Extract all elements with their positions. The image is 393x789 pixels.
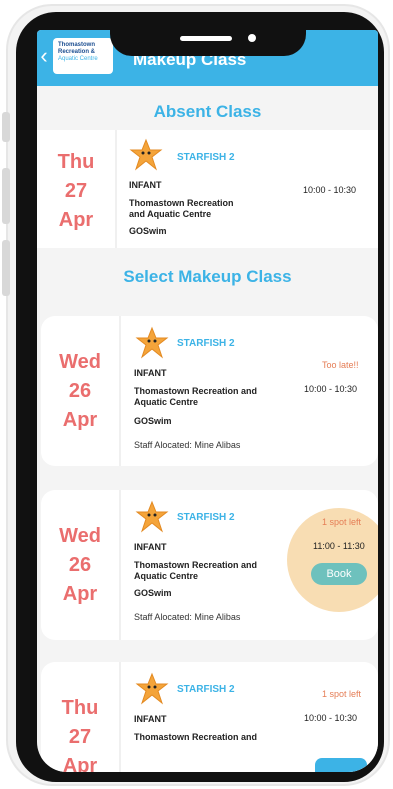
volume-up-button bbox=[2, 168, 10, 224]
class-level: STARFISH 2 bbox=[177, 152, 235, 163]
provider-name: GOSwim bbox=[129, 226, 167, 236]
phone-notch bbox=[110, 12, 306, 56]
provider-name: GOSwim bbox=[134, 588, 172, 598]
select-makeup-heading: Select Makeup Class bbox=[123, 267, 292, 286]
spots-left: 1 spot left bbox=[322, 689, 362, 699]
front-camera bbox=[248, 34, 256, 42]
starfish-level-icon bbox=[135, 326, 169, 359]
class-date: Thu 27 Apr bbox=[37, 130, 117, 248]
volume-down-button bbox=[2, 240, 10, 296]
class-level: STARFISH 2 bbox=[177, 338, 235, 349]
age-group: INFANT bbox=[129, 180, 162, 190]
venue-name: Thomastown Recreation and Aquatic Centre bbox=[129, 198, 234, 219]
starfish-level-icon bbox=[135, 500, 169, 533]
book-button[interactable]: Book bbox=[311, 563, 367, 585]
spots-left: 1 spot left bbox=[322, 517, 362, 527]
class-level: STARFISH 2 bbox=[177, 512, 235, 523]
age-group: INFANT bbox=[134, 368, 167, 378]
class-time: 10:00 - 10:30 bbox=[304, 384, 358, 394]
staff-allocated: Staff Alocated: Mine Alibas bbox=[134, 440, 241, 450]
makeup-class-card[interactable]: Thu 27 Apr STARFISH 2 INFANT Thomastown … bbox=[41, 662, 378, 772]
class-time: 10:00 - 10:30 bbox=[303, 185, 357, 195]
staff-allocated: Staff Alocated: Mine Alibas bbox=[134, 612, 241, 622]
class-level: STARFISH 2 bbox=[177, 684, 235, 695]
age-group: INFANT bbox=[134, 714, 167, 724]
speaker-grille bbox=[180, 36, 232, 41]
status-note: Too late!! bbox=[322, 360, 359, 370]
centre-logo: Thomastown Recreation & Aquatic Centre bbox=[53, 38, 113, 74]
age-group: INFANT bbox=[134, 542, 167, 552]
venue-name: Thomastown Recreation and bbox=[134, 732, 258, 742]
mute-switch bbox=[2, 112, 10, 142]
class-date: Wed 26 Apr bbox=[41, 316, 121, 466]
makeup-class-card[interactable]: Wed 26 Apr STARFISH 2 INFANT Thomastown … bbox=[41, 490, 378, 640]
starfish-level-icon bbox=[135, 672, 169, 705]
class-date: Wed 26 Apr bbox=[41, 490, 121, 640]
class-time: 10:00 - 10:30 bbox=[304, 713, 358, 723]
book-button[interactable] bbox=[315, 758, 367, 772]
app-screen: ‹ Thomastown Recreation & Aquatic Centre… bbox=[37, 30, 378, 772]
class-date: Thu 27 Apr bbox=[41, 662, 121, 772]
back-chevron-icon[interactable]: ‹ bbox=[37, 44, 51, 68]
absent-class-heading: Absent Class bbox=[153, 102, 262, 121]
venue-name: Thomastown Recreation and Aquatic Centre bbox=[134, 560, 258, 581]
class-time: 11:00 - 11:30 bbox=[313, 541, 365, 551]
absent-class-card: Thu 27 Apr STARFISH 2 INFANT Thomastown … bbox=[37, 130, 378, 248]
provider-name: GOSwim bbox=[134, 416, 172, 426]
venue-name: Thomastown Recreation and Aquatic Centre bbox=[134, 386, 258, 407]
makeup-class-card[interactable]: Wed 26 Apr STARFISH 2 INFANT Thomastown … bbox=[41, 316, 378, 466]
starfish-level-icon bbox=[129, 138, 163, 171]
